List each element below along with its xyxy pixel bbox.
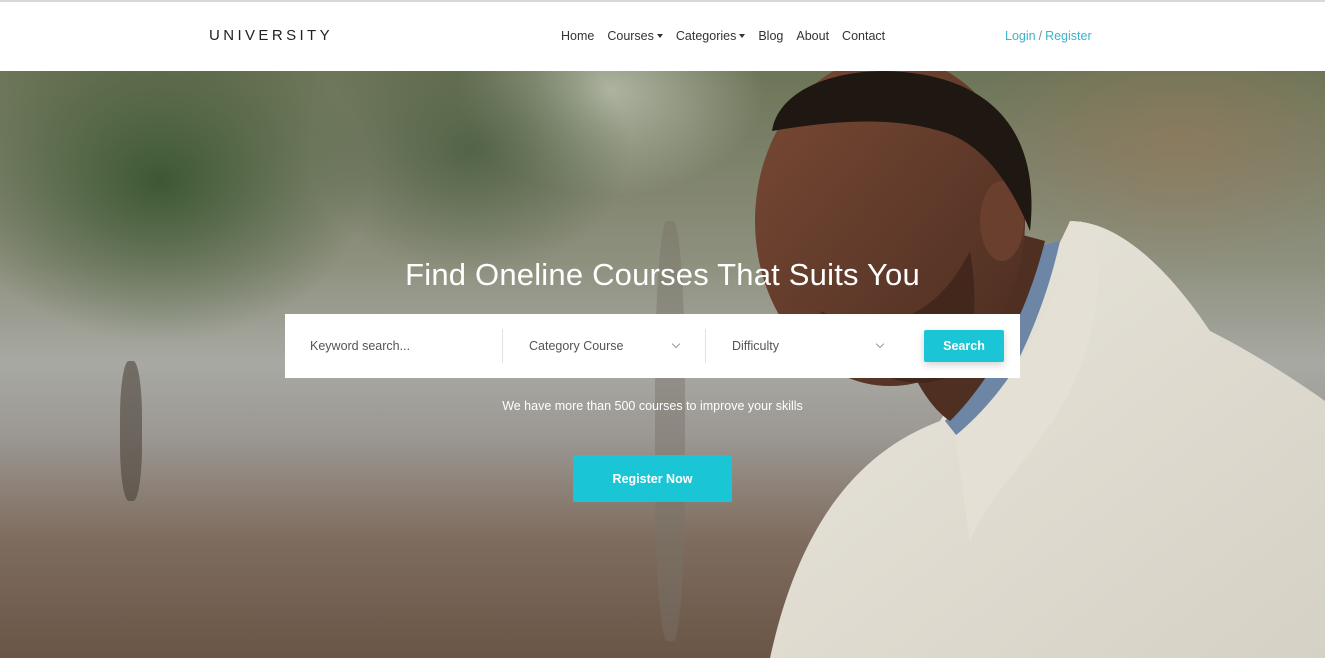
course-search-bar: Keyword search... Category Course Diffic… — [285, 314, 1020, 378]
field-divider — [705, 329, 706, 363]
auth-separator: / — [1038, 29, 1043, 43]
chevron-down-icon — [875, 339, 885, 349]
nav-courses[interactable]: Courses — [607, 29, 663, 43]
hero-title: Find Oneline Courses That Suits You — [405, 257, 920, 292]
register-link[interactable]: Register — [1045, 29, 1092, 43]
nav-blog-label: Blog — [758, 29, 784, 43]
nav-categories[interactable]: Categories — [675, 29, 746, 43]
caret-down-icon — [739, 34, 746, 38]
nav-about-label: About — [796, 29, 830, 43]
chevron-down-icon — [671, 339, 681, 349]
main-nav: Home Courses Categories Blog About Conta… — [561, 29, 885, 43]
auth-links: Login / Register — [1005, 29, 1092, 43]
keyword-search-input[interactable]: Keyword search... — [310, 314, 500, 378]
nav-blog[interactable]: Blog — [758, 29, 783, 43]
site-header: UNIVERSITY Home Courses Categories Blog … — [0, 2, 1325, 71]
nav-home-label: Home — [561, 29, 595, 43]
nav-courses-label: Courses — [607, 29, 654, 43]
hero-subtitle: We have more than 500 courses to improve… — [502, 399, 803, 413]
nav-about[interactable]: About — [796, 29, 829, 43]
nav-categories-label: Categories — [675, 29, 737, 43]
difficulty-select-value: Difficulty — [732, 339, 780, 353]
nav-contact-label: Contact — [842, 29, 886, 43]
category-select-value: Category Course — [529, 339, 624, 353]
search-button[interactable]: Search — [924, 330, 1004, 362]
nav-contact[interactable]: Contact — [842, 29, 885, 43]
field-divider — [502, 329, 503, 363]
caret-down-icon — [656, 34, 663, 38]
hero-section: Find Oneline Courses That Suits You Keyw… — [0, 71, 1325, 658]
keyword-search-placeholder: Keyword search... — [310, 339, 411, 353]
nav-home[interactable]: Home — [561, 29, 594, 43]
login-link[interactable]: Login — [1005, 29, 1036, 43]
register-now-button[interactable]: Register Now — [573, 455, 732, 502]
difficulty-select[interactable]: Difficulty — [732, 314, 872, 378]
hero-content: Find Oneline Courses That Suits You Keyw… — [0, 71, 1325, 658]
category-select[interactable]: Category Course — [529, 314, 669, 378]
site-logo[interactable]: UNIVERSITY — [209, 27, 333, 44]
